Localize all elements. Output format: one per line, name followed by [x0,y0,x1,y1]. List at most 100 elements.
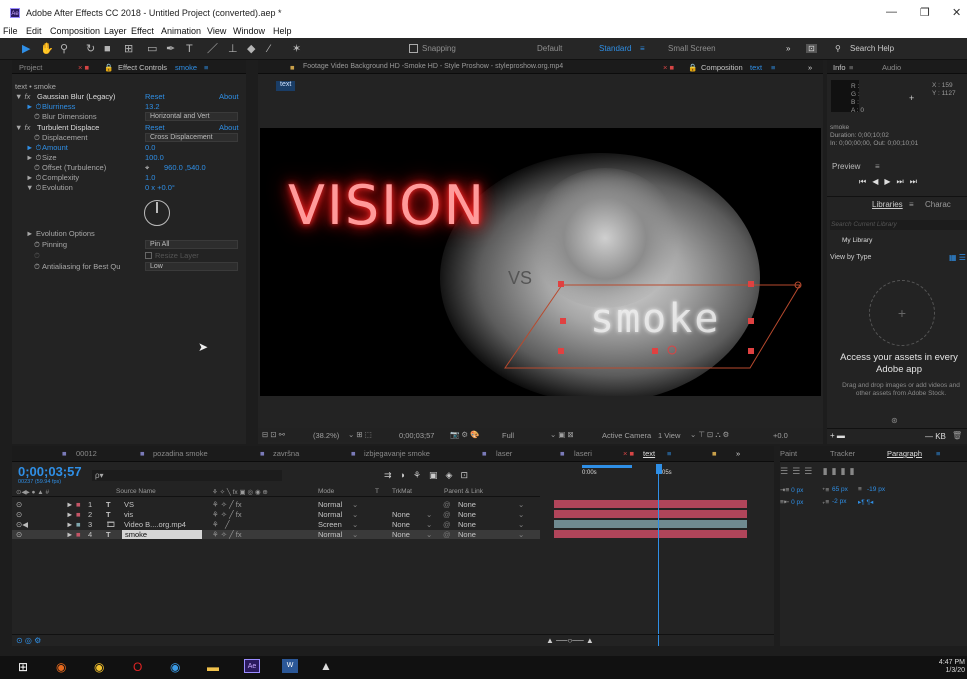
tab-composition[interactable]: Composition [701,63,743,72]
workspace-default[interactable]: Default [537,44,562,53]
tab-effect-controls[interactable]: Effect Controls [118,63,167,72]
menu-file[interactable]: File [3,26,18,36]
current-time[interactable]: 0;00;03;57 [18,464,82,479]
param-blurriness[interactable]: ► ⏱ Blurriness 13.2 [12,102,246,111]
tab-info[interactable]: Info [833,63,846,72]
stamp-tool-icon[interactable]: ⊥ [228,42,238,56]
snapping-checkbox[interactable] [409,44,418,53]
camera-dropdown[interactable]: Active Camera [602,431,651,440]
views-dropdown[interactable]: 1 View [658,431,680,440]
pen-tool-icon[interactable]: ✒ [166,42,175,56]
param-complexity[interactable]: ► ⏱ Complexity 1.0 [12,173,246,182]
preview-controls[interactable]: ⏮◀▶⏭⏭ [859,177,923,187]
more-workspaces-icon[interactable]: » [786,44,790,53]
time-ruler[interactable]: 0:00s 05s [542,464,742,486]
menu-animation[interactable]: Animation [161,26,201,36]
menu-edit[interactable]: Edit [26,26,42,36]
tab-audio[interactable]: Audio [882,63,901,72]
param-evolution[interactable]: ▼ ⏱ Evolution 0 x +0.0° [12,183,246,192]
selection-tool-icon[interactable]: ▶ [22,42,30,56]
layer-duration-bar[interactable] [554,530,747,538]
param-offset[interactable]: ⏱ Offset (Turbulence) ⌖ 960.0 ,540.0 [12,163,246,172]
indent-row-1[interactable]: ⇥≡ 0 px ⁺≡ 65 px ≡ -19 px [780,486,967,494]
tab-close-icon[interactable]: × ■ [663,63,674,72]
menu-effect[interactable]: Effect [131,26,154,36]
clock[interactable]: 4:47 PM 1/3/20 [935,659,965,675]
roto-brush-tool-icon[interactable]: ⁄ [268,42,270,56]
trash-icon[interactable]: 🗑 [952,431,962,440]
resolution-dropdown[interactable]: Full [502,431,514,440]
effect-controls-target[interactable]: smoke [175,63,197,72]
tab-paragraph[interactable]: Paragraph [887,449,922,458]
param-size[interactable]: ► ⏱ Size 100.0 [12,153,246,162]
composition-canvas[interactable]: VISION VS smoke [260,128,821,396]
layer-bounding-box[interactable] [260,128,821,396]
browser-icon[interactable]: ◉ [170,660,180,674]
panel-menu-icon[interactable]: ≡ [204,63,208,72]
library-search-input[interactable]: Search Current Library [830,220,967,230]
lock-icon[interactable]: 🔒 [104,63,113,72]
pan-behind-tool-icon[interactable]: ⊞ [124,42,133,56]
word-icon[interactable]: W [282,659,298,673]
magnification-icon[interactable]: ⊟ ⊡ ⚯ [262,430,285,439]
tab-project[interactable]: Project [19,63,42,72]
tab-menu-icon[interactable]: ≡ [909,200,914,209]
brush-tool-icon[interactable]: ／ [207,42,218,56]
add-asset-icon[interactable]: + [869,280,935,346]
effect-turbulent-displace[interactable]: ▼ fx Turbulent Displace Reset About [12,123,246,132]
camera-tool-icon[interactable]: ■ [104,42,111,56]
panel-menu-icon[interactable]: ≡ [667,449,671,458]
comp-chip[interactable]: text [276,81,296,91]
tab-timeline-laser[interactable]: laser [496,449,512,458]
photos-icon[interactable]: ▲ [320,659,332,673]
tab-timeline-00012[interactable]: 00012 [76,449,97,458]
zoom-arrow-icon[interactable]: ⌄ ⊞ ⬚ [348,430,372,439]
search-help-input[interactable]: Search Help [850,44,894,53]
panel-menu-icon[interactable]: ≡ [771,63,775,72]
eraser-tool-icon[interactable]: ◆ [247,42,255,56]
toggle-switches-icon[interactable]: ⊙ ◎ ⚙ [16,636,41,645]
param-amount[interactable]: ► ⏱ Amount 0.0 [12,143,246,152]
composition-name[interactable]: text [750,63,762,72]
tab-libraries[interactable]: Libraries [872,200,903,209]
file-explorer-icon[interactable]: ▬ [207,660,219,674]
menu-help[interactable]: Help [273,26,292,36]
layer-duration-bar[interactable] [554,500,747,508]
firefox-icon[interactable]: ◉ [56,660,66,674]
view-by-type[interactable]: View by Type [830,254,871,261]
after-effects-icon[interactable]: Ae [244,659,260,673]
tab-character[interactable]: Charac [925,200,951,209]
chrome-icon[interactable]: ◉ [94,660,104,674]
tab-timeline-izbjegavanje[interactable]: izbjegavanje smoke [364,449,430,458]
library-dropdown[interactable]: My Library [842,237,872,244]
add-content-icon[interactable]: + ▬ [830,431,845,440]
workspace-menu-icon[interactable]: ≡ [640,44,645,53]
tab-tracker[interactable]: Tracker [830,449,855,458]
menu-view[interactable]: View [207,26,226,36]
layer-row[interactable]: ⊙ ► ■ 1 T VS ⚘ ✧ ╱ fx Normal ⌄ @ None ⌄ [12,500,540,509]
maximize-icon[interactable]: ❐ [920,6,930,19]
menu-layer[interactable]: Layer [104,26,127,36]
antialiasing-dropdown[interactable]: Low [145,262,238,271]
evolution-dial[interactable] [144,200,170,226]
indent-row-2[interactable]: ≡⇤ 0 px ₊≡ -2 px ▸¶ ¶◂ [780,498,967,506]
tab-timeline-zavrsna[interactable]: završna [273,449,299,458]
grid-view-icon[interactable]: ▦ ☰ [949,253,966,262]
pinning-dropdown[interactable]: Pin All [145,240,238,249]
view-options-icon[interactable]: ⌄ ⊤ ⊡ ⛬ ⚙ [690,430,729,440]
rectangle-tool-icon[interactable]: ▭ [147,42,157,56]
tab-timeline-pozadina[interactable]: pozadina smoke [153,449,208,458]
opera-icon[interactable]: O [133,660,142,674]
tab-close-icon[interactable]: × ■ [78,63,89,72]
preview-menu-icon[interactable]: ≡ [875,162,880,171]
layer-duration-bar[interactable] [554,520,747,528]
more-tabs-icon[interactable]: » [808,63,812,72]
param-resize-layer[interactable]: ⏱ Resize Layer [12,251,246,260]
type-tool-icon[interactable]: T [186,42,193,56]
workspace-small-screen[interactable]: Small Screen [668,44,716,53]
tab-timeline-text[interactable]: text [643,449,655,458]
blur-dimensions-dropdown[interactable]: Horizontal and Vert [145,112,238,121]
displacement-dropdown[interactable]: Cross Displacement [145,133,238,142]
snapshot-icon[interactable]: 📷 ⚙ 🎨 [450,430,480,439]
current-time-display[interactable]: 0;00;03;57 [399,431,434,440]
